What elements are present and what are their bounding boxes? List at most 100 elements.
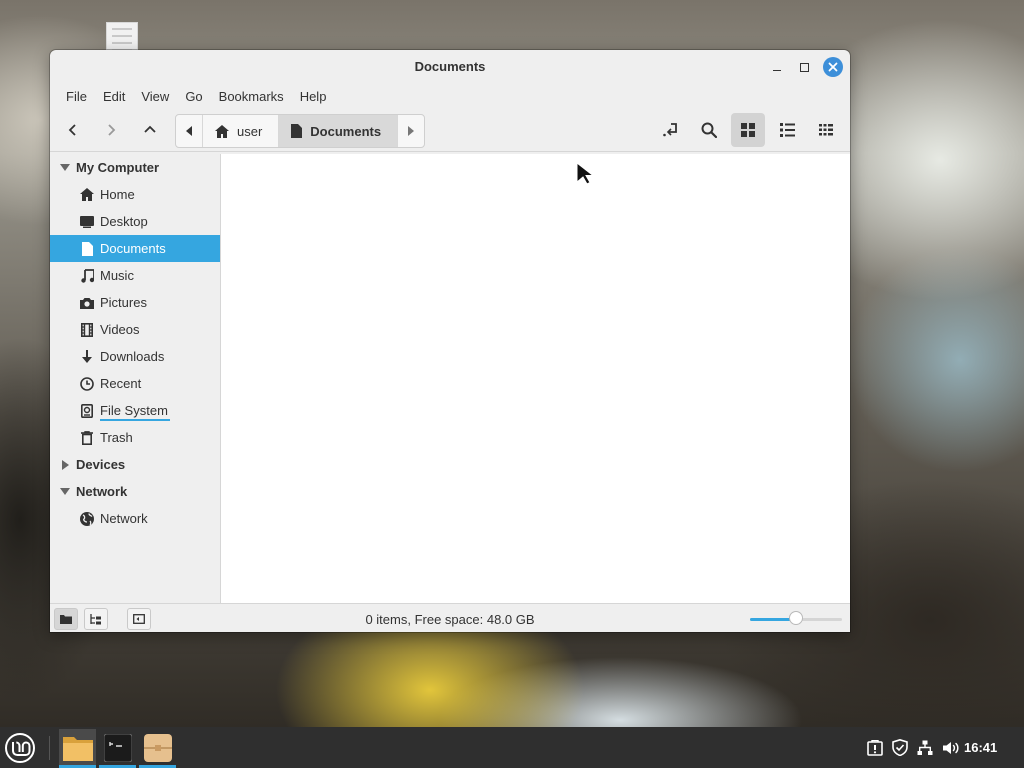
menu-bar: File Edit View Go Bookmarks Help [50,83,850,109]
globe-icon [79,511,95,527]
section-label: Network [76,484,128,499]
status-text: 0 items, Free space: 48.0 GB [365,612,535,627]
network-tray[interactable] [914,727,936,768]
search-icon [701,122,717,138]
path-segment-user[interactable]: user [202,115,278,147]
list-view-button[interactable] [770,113,804,147]
mouse-cursor-icon [576,162,594,184]
sidebar-item-label: Downloads [100,349,165,364]
sidebar-item-desktop[interactable]: Desktop [50,208,220,235]
path-scroll-left[interactable] [176,115,202,147]
sidebar-item-pictures[interactable]: Pictures [50,289,220,316]
sidebar: My Computer Home Desktop Documents Music… [50,154,221,603]
music-icon [79,268,95,284]
taskbar-app-files[interactable] [59,729,96,768]
sidebar-item-downloads[interactable]: Downloads [50,343,220,370]
network-icon [917,740,933,755]
sidebar-section-my-computer[interactable]: My Computer [50,154,220,181]
sidebar-item-label: Music [100,268,134,283]
window-title: Documents [414,59,486,74]
sidebar-item-label: Documents [100,241,166,256]
taskbar: 16:41 [0,727,1024,768]
sidebar-item-videos[interactable]: Videos [50,316,220,343]
taskbar-app-terminal[interactable] [99,729,136,768]
path-segment-label: user [237,123,263,139]
open-terminal-button[interactable] [653,113,687,147]
expanded-triangle-icon [58,488,72,495]
zoom-slider[interactable] [750,611,842,625]
menu-view[interactable]: View [133,89,177,104]
sidebar-item-network[interactable]: Network [50,505,220,532]
status-bar: 0 items, Free space: 48.0 GB [50,603,850,632]
security-tray[interactable] [889,727,911,768]
sidebar-item-file-system[interactable]: File System [50,397,220,424]
terminal-toggle-icon [663,123,677,137]
start-menu-button[interactable] [4,732,36,764]
volume-tray[interactable] [940,727,962,768]
menu-edit[interactable]: Edit [95,89,133,104]
chevron-up-icon [144,125,156,133]
sidebar-section-devices[interactable]: Devices [50,451,220,478]
menu-bookmarks[interactable]: Bookmarks [211,89,292,104]
icon-view-button[interactable] [731,113,765,147]
maximize-icon [799,62,809,72]
section-label: Devices [76,457,126,472]
sidebar-item-label: Videos [100,322,140,337]
menu-help[interactable]: Help [292,89,335,104]
path-bar: user Documents [175,114,426,148]
camera-icon [79,295,95,311]
sidebar-item-music[interactable]: Music [50,262,220,289]
sidebar-item-documents[interactable]: Documents [50,235,220,262]
taskbar-app-archive[interactable] [139,729,176,768]
close-button[interactable] [823,57,843,77]
sidebar-item-trash[interactable]: Trash [50,424,220,451]
up-button[interactable] [133,113,167,147]
path-segment-documents[interactable]: Documents [278,115,398,147]
desktop-file-icon[interactable] [106,22,138,51]
menu-go[interactable]: Go [177,89,210,104]
expanded-triangle-icon [58,164,72,171]
chevron-right-icon [108,124,116,136]
compact-view-button[interactable] [809,113,843,147]
search-button[interactable] [692,113,726,147]
forward-button[interactable] [94,113,128,147]
folder-icon [62,736,93,761]
taskbar-separator [49,736,50,760]
terminal-icon [103,733,132,762]
update-manager-tray[interactable] [864,727,886,768]
maximize-button[interactable] [795,58,813,76]
minimize-button[interactable] [768,58,786,76]
volume-icon [942,741,959,754]
sidebar-item-label: Trash [100,430,133,445]
shield-icon [892,739,908,756]
toolbar: user Documents [50,109,850,152]
file-view-area[interactable] [221,154,850,603]
download-icon [79,349,95,365]
film-icon [79,322,95,338]
title-bar[interactable]: Documents [50,50,850,83]
home-icon [79,187,95,203]
sidebar-item-label: Recent [100,376,142,391]
back-button[interactable] [56,113,90,147]
path-scroll-right[interactable] [397,115,424,147]
path-segment-label: Documents [310,123,382,139]
sidebar-item-label: Home [100,187,135,202]
file-manager-window: Documents File Edit View Go Bookmarks He… [50,50,850,632]
sidebar-item-label: Desktop [100,214,148,229]
disk-usage-bar [100,419,170,421]
grid-view-icon [741,123,755,137]
close-icon [828,62,838,72]
zoom-slider-knob[interactable] [789,611,803,625]
collapsed-triangle-icon [58,459,72,470]
document-icon [291,124,303,138]
triangle-right-icon [408,126,415,136]
menu-file[interactable]: File [58,89,95,104]
sidebar-item-recent[interactable]: Recent [50,370,220,397]
sidebar-section-network[interactable]: Network [50,478,220,505]
trash-icon [79,430,95,446]
clock[interactable]: 16:41 [964,740,997,755]
chevron-left-icon [68,124,76,136]
clock-icon [79,376,95,392]
sidebar-item-home[interactable]: Home [50,181,220,208]
update-shield-icon [867,739,883,756]
